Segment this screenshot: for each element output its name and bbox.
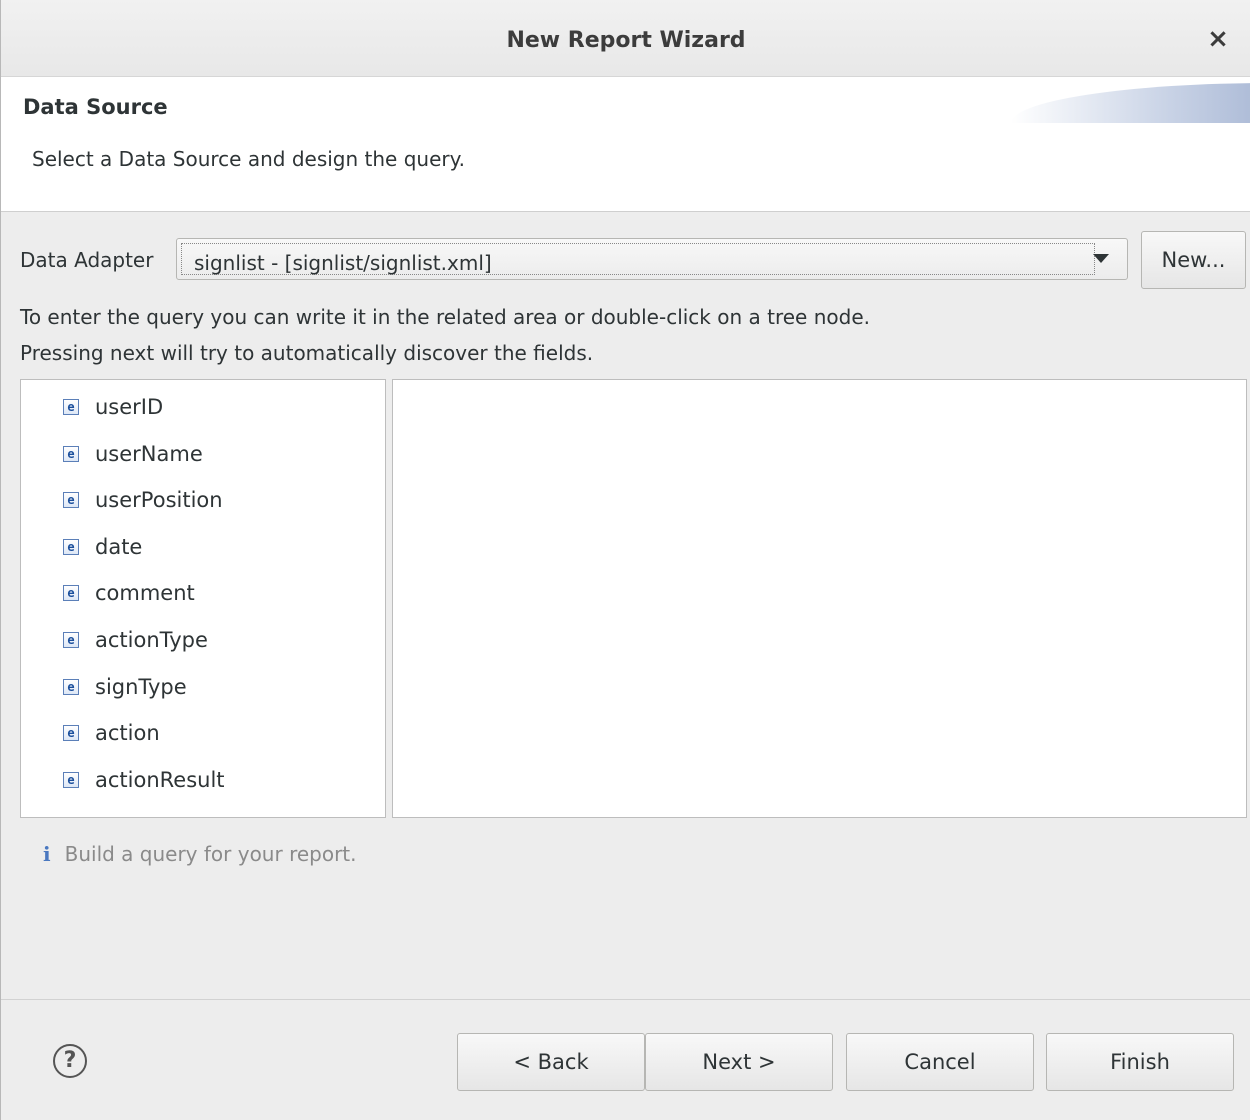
tree-node-label: comment [95, 581, 195, 606]
back-button[interactable]: < Back [457, 1033, 645, 1091]
instruction-line-2: Pressing next will try to automatically … [20, 341, 594, 365]
status-text: Build a query for your report. [64, 842, 357, 866]
cancel-button[interactable]: Cancel [846, 1033, 1034, 1091]
page-description: Select a Data Source and design the quer… [32, 147, 465, 171]
tree-node-label: action [95, 721, 160, 746]
data-adapter-dropdown[interactable]: signlist - [signlist/signlist.xml] [176, 238, 1128, 280]
tree-node[interactable]: e userName [63, 439, 203, 469]
tree-node-label: userID [95, 395, 164, 419]
element-icon: e [63, 492, 79, 509]
tree-node[interactable]: e actionType [63, 625, 208, 655]
wizard-header: Data Source Select a Data Source and des… [1, 77, 1250, 212]
element-icon: e [63, 632, 79, 648]
element-icon: e [63, 399, 79, 415]
xml-tree[interactable]: e userID e userName e userPosition e date e comme… [20, 379, 386, 818]
tree-node[interactable]: e date [63, 532, 142, 562]
element-icon: e [63, 678, 79, 695]
close-icon[interactable]: × [1207, 26, 1229, 52]
tree-node-label: userName [95, 441, 203, 466]
data-adapter-selected-value: signlist - [signlist/signlist.xml] [194, 251, 492, 275]
element-icon: e [63, 771, 79, 788]
tree-node-label: actionResult [95, 767, 225, 792]
tree-node[interactable]: e actionResult [63, 765, 225, 795]
tree-node-label: actionType [95, 628, 208, 652]
instruction-line-1: To enter the query you can write it in t… [20, 305, 870, 329]
element-icon: e [63, 725, 79, 742]
header-banner-graphic [1011, 83, 1250, 123]
new-adapter-button[interactable]: New... [1141, 231, 1246, 289]
new-report-wizard-dialog: New Report Wizard × Data Source Select a… [0, 0, 1250, 1120]
query-text-area[interactable] [392, 379, 1247, 818]
footer-separator [1, 999, 1250, 1000]
tree-node[interactable]: e signType [63, 672, 187, 702]
tree-node-label: date [95, 534, 143, 559]
data-adapter-label: Data Adapter [20, 248, 154, 272]
tree-node[interactable]: e userID [63, 392, 163, 422]
status-message: i Build a query for your report. [43, 842, 357, 866]
help-icon[interactable]: ? [53, 1044, 87, 1078]
info-icon: i [43, 842, 51, 866]
title-bar: New Report Wizard × [1, 0, 1250, 77]
tree-node[interactable]: e action [63, 718, 160, 748]
tree-node[interactable]: e userPosition [63, 485, 223, 515]
tree-node-label: userPosition [95, 488, 223, 513]
page-title: Data Source [23, 95, 168, 119]
next-button[interactable]: Next > [645, 1033, 833, 1091]
dropdown-arrow-icon [1093, 254, 1109, 263]
element-icon: e [63, 445, 79, 462]
element-icon: e [63, 538, 79, 555]
element-icon: e [63, 585, 79, 602]
tree-node-label: signType [95, 674, 187, 699]
tree-node[interactable]: e comment [63, 578, 195, 608]
finish-button[interactable]: Finish [1046, 1033, 1234, 1091]
window-title: New Report Wizard [506, 28, 746, 53]
